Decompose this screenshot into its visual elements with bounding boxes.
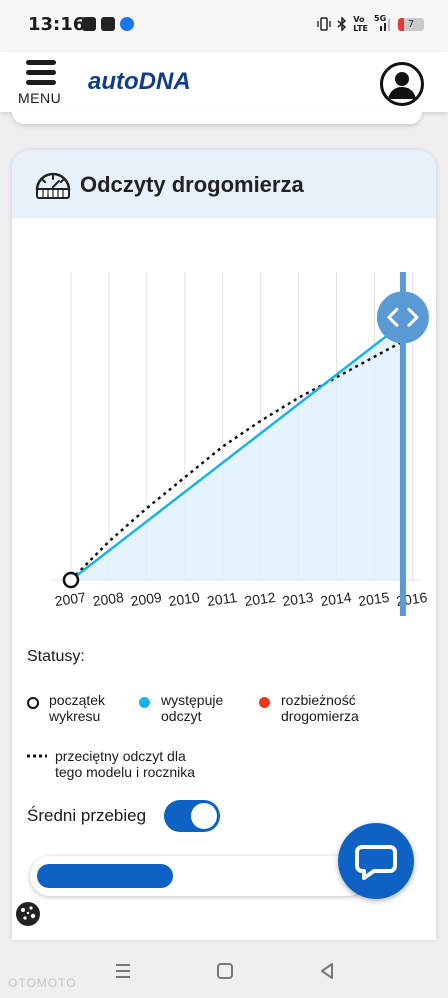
previous-card-edge: [12, 112, 422, 124]
legend-label-line2: drogomierza: [281, 708, 359, 724]
chat-button[interactable]: [338, 823, 414, 899]
status-bar: 13:16 Vo LTE 5G 7: [0, 0, 448, 52]
chart-svg: 2007 2008 2009 2010 2011 2012 2013 2014 2015 2016: [52, 272, 429, 616]
x-tick-label: 2011: [206, 589, 238, 609]
hamburger-icon-bar: [26, 70, 56, 75]
autodna-logo[interactable]: autoDNA: [88, 68, 191, 96]
x-tick-label: 2010: [168, 589, 201, 609]
legend-item: występuje odczyt: [139, 692, 223, 724]
timeline-scrollbar[interactable]: [30, 856, 368, 896]
x-tick-label: 2007: [54, 589, 87, 609]
legend-label-line2: odczyt: [161, 708, 202, 724]
card-title: Odczyty drogomierza: [80, 172, 304, 197]
card-header: Odczyty drogomierza: [12, 150, 436, 218]
menu-label: MENU: [18, 90, 62, 106]
x-tick-label: 2008: [92, 589, 125, 609]
battery-icon: 7: [398, 17, 424, 31]
legend-average-line2: tego modelu i rocznika: [55, 764, 196, 780]
app-header: MENU autoDNA: [0, 52, 448, 112]
legend-marker: [259, 697, 270, 708]
x-tick-label: 2014: [319, 589, 352, 609]
legend-average-line1: przeciętny odczyt dla: [55, 748, 186, 764]
odometer-chart: 2007 2008 2009 2010 2011 2012 2013 2014 2015 2016: [12, 242, 436, 622]
x-tick-label: 2013: [281, 589, 314, 609]
battery-level: 7: [407, 18, 415, 30]
x-tick-label: 2015: [357, 589, 390, 609]
signal-icon: 5G: [374, 14, 392, 31]
statuses-heading: Statusy:: [27, 648, 85, 665]
legend-marker: [139, 697, 150, 708]
odometer-icon: [35, 172, 71, 199]
legend-label-line1: rozbieżność: [281, 692, 356, 708]
user-icon: [388, 72, 416, 99]
average-mileage-toggle[interactable]: [164, 800, 220, 832]
odometer-card: Odczyty drogomierza 2007 2008 2009 2010 2011…: [12, 150, 436, 940]
legend-item: początek wykresu: [27, 692, 105, 724]
legend-label-line1: występuje: [161, 692, 224, 708]
legend-label-line2: wykresu: [49, 708, 101, 724]
system-icons: Vo LTE 5G 7: [317, 14, 424, 33]
cookie-icon: [16, 902, 40, 926]
youtube-icon: [101, 17, 115, 31]
hamburger-icon: [26, 60, 56, 65]
legend-average: przeciętny odczyt dla tego modelu i rocz…: [27, 748, 195, 780]
range-slider-handle[interactable]: [376, 291, 429, 344]
start-point-marker: [62, 571, 80, 589]
bluetooth-icon: [337, 17, 347, 31]
watermark: OTOMOTO: [8, 976, 77, 990]
messenger-icon: [120, 17, 134, 31]
vibrate-icon: [317, 17, 331, 31]
average-mileage-label: Średni przebieg: [27, 806, 147, 825]
back-button[interactable]: [312, 956, 342, 986]
home-icon: [217, 963, 233, 979]
x-tick-label: 2009: [130, 589, 163, 609]
home-button[interactable]: [210, 956, 240, 986]
legend-item: rozbieżność drogomierza: [259, 692, 359, 724]
chat-icon: [355, 845, 397, 880]
gmail-icon: [82, 17, 96, 31]
menu-button[interactable]: MENU: [18, 58, 66, 108]
recent-apps-button[interactable]: [108, 956, 138, 986]
hamburger-icon-bar: [26, 80, 56, 85]
timeline-scrollbar-thumb[interactable]: [37, 864, 173, 888]
legend-marker: [27, 697, 39, 709]
status-time: 13:16: [28, 14, 86, 35]
cookie-settings-button[interactable]: [12, 898, 44, 930]
account-button[interactable]: [380, 62, 424, 106]
back-icon: [321, 963, 333, 979]
legend-label-line1: początek: [49, 692, 106, 708]
x-tick-label: 2012: [243, 589, 276, 609]
recent-apps-icon: [116, 964, 130, 978]
toggle-knob: [191, 803, 217, 829]
notification-icons: [82, 17, 134, 31]
dotted-line-icon: [27, 754, 47, 758]
volte-label: Vo LTE: [353, 15, 368, 33]
